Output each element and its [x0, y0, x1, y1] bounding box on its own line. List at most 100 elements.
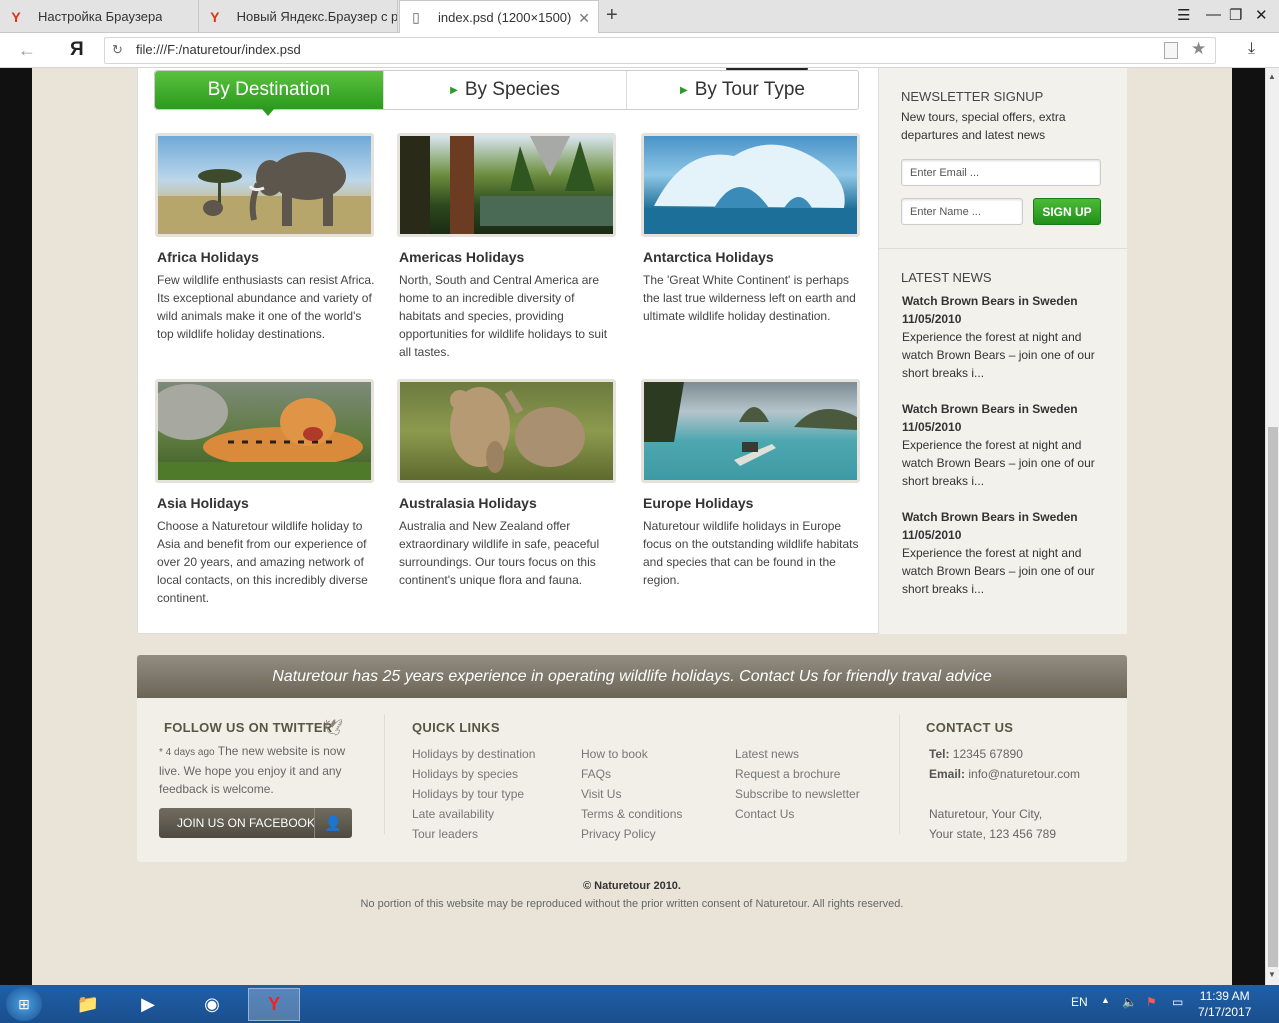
destination-title[interactable]: Europe Holidays — [643, 495, 863, 511]
quick-link[interactable]: Contact Us — [735, 804, 860, 824]
language-indicator[interactable]: EN — [1071, 995, 1088, 1009]
email-field[interactable]: Enter Email ... — [901, 159, 1101, 186]
sidebar-divider — [879, 248, 1127, 249]
contact-tel: Tel: 12345 67890 — [929, 744, 1080, 764]
news-item[interactable]: Watch Brown Bears in Sweden 11/05/2010 E… — [902, 292, 1112, 382]
quick-link[interactable]: Holidays by destination — [412, 744, 535, 764]
email-value[interactable]: info@naturetour.com — [968, 767, 1080, 781]
scrollbar-thumb[interactable] — [1268, 427, 1278, 967]
restore-icon[interactable]: ❐ — [1229, 6, 1242, 24]
scrollbar[interactable]: ▲ ▼ — [1265, 68, 1279, 985]
sidebar: NEWSLETTER SIGNUP New tours, special off… — [878, 68, 1127, 634]
explorer-icon[interactable]: 📁 — [62, 988, 114, 1021]
asia-photo[interactable] — [155, 379, 374, 483]
quick-link[interactable]: Visit Us — [581, 784, 682, 804]
volume-icon[interactable]: 🔈 — [1122, 995, 1137, 1009]
browser-tab-index-psd[interactable]: ▯ index.psd (1200×1500) ✕ — [399, 0, 599, 34]
media-player-icon[interactable]: ▶ — [122, 988, 174, 1021]
back-arrow-icon[interactable]: ← — [18, 40, 36, 61]
news-item[interactable]: Watch Brown Bears in Sweden 11/05/2010 E… — [902, 508, 1112, 598]
system-clock[interactable]: 11:39 AM 7/17/2017 — [1198, 988, 1251, 1020]
news-title[interactable]: Watch Brown Bears in Sweden — [902, 292, 1112, 310]
minimize-icon[interactable]: — — [1206, 6, 1221, 23]
destination-description: Naturetour wildlife holidays in Europe f… — [643, 519, 859, 587]
tel-label: Tel: — [929, 747, 950, 761]
destination-title[interactable]: Africa Holidays — [157, 249, 377, 265]
news-item[interactable]: Watch Brown Bears in Sweden 11/05/2010 E… — [902, 400, 1112, 490]
quick-link[interactable]: Privacy Policy — [581, 824, 682, 844]
flag-icon[interactable]: ⚑ — [1146, 995, 1157, 1009]
quick-link[interactable]: Subscribe to newsletter — [735, 784, 860, 804]
scroll-down-icon[interactable]: ▼ — [1268, 970, 1276, 979]
quick-links-heading: QUICK LINKS — [412, 720, 500, 735]
destination-description: North, South and Central America are hom… — [399, 273, 608, 359]
destination-title[interactable]: Australasia Holidays — [399, 495, 619, 511]
close-tab-icon[interactable]: ✕ — [578, 10, 590, 27]
tab-title: Новый Яндекс.Браузер с ре — [236, 9, 397, 24]
contact-email: Email: info@naturetour.com — [929, 764, 1080, 784]
quick-link[interactable]: Holidays by tour type — [412, 784, 535, 804]
news-title[interactable]: Watch Brown Bears in Sweden — [902, 508, 1112, 526]
tray-arrow-icon[interactable]: ▲ — [1101, 995, 1110, 1005]
reload-icon[interactable]: ↻ — [112, 42, 123, 58]
menu-icon[interactable]: ☰ — [1177, 6, 1190, 24]
quick-links-col3: Latest news Request a brochure Subscribe… — [735, 744, 860, 824]
join-facebook-button[interactable]: JOIN US ON FACEBOOK 👤 — [159, 808, 352, 838]
quick-link[interactable]: FAQs — [581, 764, 682, 784]
bookmark-star-icon[interactable]: ★ — [1191, 39, 1206, 59]
destination-title[interactable]: Asia Holidays — [157, 495, 377, 511]
experience-banner: Naturetour has 25 years experience in op… — [137, 655, 1127, 698]
url-text[interactable]: file:///F:/naturetour/index.psd — [136, 42, 301, 57]
destination-title[interactable]: Antarctica Holidays — [643, 249, 863, 265]
destination-card-americas[interactable]: Americas Holidays North, South and Centr… — [397, 133, 619, 361]
quick-link[interactable]: Late availability — [412, 804, 535, 824]
windows-taskbar: ⊞ 📁 ▶ ◉ Y EN ▲ 🔈 ⚑ ▭ 11:39 AM 7/17/2017 — [0, 985, 1279, 1023]
scroll-up-icon[interactable]: ▲ — [1268, 72, 1276, 81]
quick-link[interactable]: How to book — [581, 744, 682, 764]
start-button-icon[interactable]: ⊞ — [6, 987, 42, 1021]
yandex-logo[interactable]: Я — [70, 39, 84, 61]
document-icon: ▯ — [412, 9, 420, 25]
quick-link[interactable]: Latest news — [735, 744, 860, 764]
browser-tab-new-yandex[interactable]: Y Новый Яндекс.Браузер с ре — [199, 0, 398, 33]
destination-card-africa[interactable]: Africa Holidays Few wildlife enthusiasts… — [155, 133, 377, 343]
americas-photo[interactable] — [397, 133, 616, 237]
new-tab-icon[interactable]: + — [606, 4, 618, 27]
sign-up-button[interactable]: SIGN UP — [1033, 198, 1101, 225]
quick-link[interactable]: Tour leaders — [412, 824, 535, 844]
tab-by-species[interactable]: ▶ By Species — [384, 71, 627, 109]
destination-card-europe[interactable]: Europe Holidays Naturetour wildlife holi… — [641, 379, 863, 589]
network-icon[interactable]: ▭ — [1172, 995, 1183, 1009]
tab-by-destination[interactable]: By Destination — [155, 71, 384, 116]
tab-by-tour-type[interactable]: ▶ By Tour Type — [627, 71, 858, 109]
tweet-time: * 4 days ago — [159, 747, 215, 758]
browser-tab-settings[interactable]: Y Настройка Браузера — [0, 0, 199, 33]
twitter-heading: FOLLOW US ON TWITTER — [164, 720, 333, 735]
destination-card-asia[interactable]: Asia Holidays Choose a Naturetour wildli… — [155, 379, 377, 607]
main-content: By Destination ▶ By Species ▶ By Tour Ty… — [137, 68, 1127, 634]
news-title[interactable]: Watch Brown Bears in Sweden — [902, 400, 1112, 418]
africa-photo[interactable] — [155, 133, 374, 237]
close-window-icon[interactable]: ✕ — [1255, 6, 1268, 24]
bird-icon: 🕊 — [323, 720, 344, 737]
destination-card-australasia[interactable]: Australasia Holidays Australia and New Z… — [397, 379, 619, 589]
page-icon[interactable] — [1164, 42, 1178, 59]
news-text: Experience the forest at night and watch… — [902, 330, 1095, 380]
name-field[interactable]: Enter Name ... — [901, 198, 1023, 225]
quick-link[interactable]: Terms & conditions — [581, 804, 682, 824]
quick-link[interactable]: Holidays by species — [412, 764, 535, 784]
destination-card-antarctica[interactable]: Antarctica Holidays The 'Great White Con… — [641, 133, 863, 325]
australasia-photo[interactable] — [397, 379, 616, 483]
download-icon[interactable]: ⤓ — [1248, 40, 1255, 58]
email-label: Email: — [929, 767, 966, 781]
yandex-browser-icon[interactable]: Y — [248, 988, 300, 1021]
browser-tab-bar: Y Настройка Браузера Y Новый Яндекс.Брау… — [0, 0, 1279, 34]
destination-description: Australia and New Zealand offer extraord… — [399, 519, 600, 587]
tab-label: By Destination — [207, 79, 331, 100]
quick-link[interactable]: Request a brochure — [735, 764, 860, 784]
chrome-icon[interactable]: ◉ — [186, 988, 238, 1021]
facebook-button-label: JOIN US ON FACEBOOK — [177, 816, 316, 830]
europe-photo[interactable] — [641, 379, 860, 483]
destination-title[interactable]: Americas Holidays — [399, 249, 619, 265]
antarctica-photo[interactable] — [641, 133, 860, 237]
